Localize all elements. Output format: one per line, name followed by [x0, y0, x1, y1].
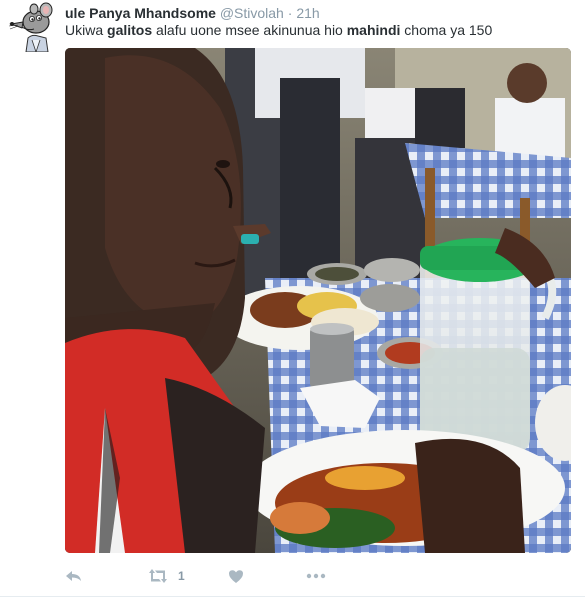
tweet-header: ule Panya Mhandsome @Stivolah · 21h	[65, 5, 320, 21]
tweet-text: Ukiwa galitos alafu uone msee akinunua h…	[65, 21, 492, 39]
divider	[0, 596, 585, 597]
author-handle[interactable]: @Stivolah	[220, 5, 284, 21]
tweet-text-bold-mahindi: mahindi	[346, 22, 401, 38]
more-button[interactable]	[306, 566, 326, 586]
restaurant-photo-illustration	[65, 48, 571, 553]
tweet-actions: 1	[65, 566, 365, 586]
separator-dot: ·	[287, 5, 293, 21]
more-icon	[306, 573, 326, 579]
timestamp[interactable]: 21h	[296, 5, 319, 21]
rat-avatar-icon	[8, 2, 56, 52]
retweet-icon	[149, 569, 167, 583]
like-button[interactable]	[228, 566, 244, 586]
reply-button[interactable]	[65, 566, 83, 586]
tweet-text-part: choma ya 150	[400, 22, 493, 38]
author-name[interactable]: ule Panya Mhandsome	[65, 5, 216, 21]
avatar[interactable]	[8, 2, 56, 52]
heart-icon	[229, 569, 243, 583]
tweet-text-bold-galitos: galitos	[107, 22, 153, 38]
tweet-photo[interactable]	[65, 48, 571, 553]
tweet-text-part: Ukiwa	[65, 22, 108, 38]
tweet-text-part: alafu uone msee akinunua hio	[152, 22, 347, 38]
tweet: ule Panya Mhandsome @Stivolah · 21h Ukiw…	[0, 0, 585, 601]
retweet-count: 1	[178, 569, 185, 583]
retweet-button[interactable]: 1	[147, 566, 185, 586]
reply-icon	[66, 571, 81, 581]
